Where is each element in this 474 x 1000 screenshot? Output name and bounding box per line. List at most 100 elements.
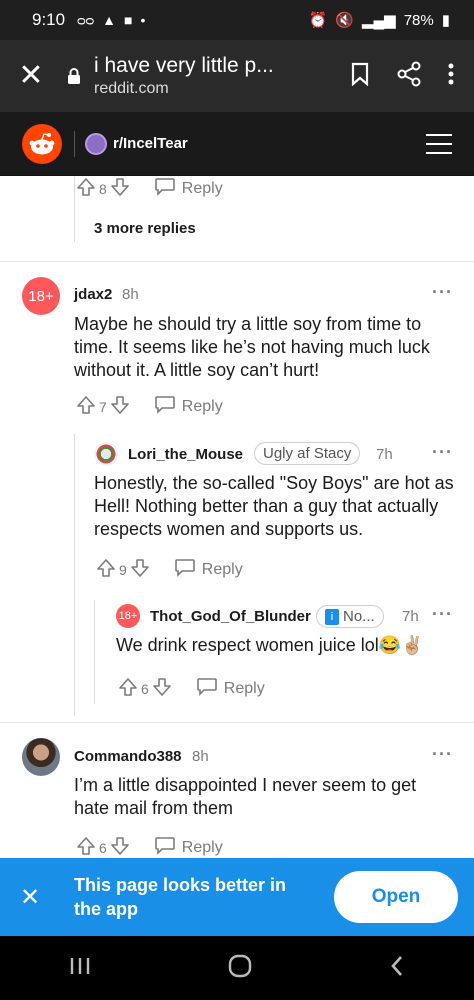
share-icon[interactable] xyxy=(396,61,422,92)
status-time: 9:10 xyxy=(32,10,66,29)
comment-more-icon[interactable]: ··· xyxy=(432,744,453,765)
reply-label: Reply xyxy=(223,679,265,697)
reply-icon xyxy=(154,835,176,858)
upvote-icon[interactable] xyxy=(118,677,138,701)
reply-icon xyxy=(174,557,196,582)
mute-icon: 🔇 xyxy=(335,12,354,29)
banner-close-icon[interactable]: ✕ xyxy=(0,883,60,912)
folder-icon: ■ xyxy=(124,12,133,28)
thread-line xyxy=(94,600,95,704)
menu-icon[interactable] xyxy=(426,133,452,154)
page-title: i have very little p... xyxy=(94,54,274,77)
vote-row: 8 Reply xyxy=(76,176,223,201)
comment-time: 7h xyxy=(376,446,393,463)
thread-line xyxy=(74,176,75,242)
downvote-icon[interactable] xyxy=(152,677,172,701)
reply-button[interactable]: Reply xyxy=(196,676,265,701)
comment-separator xyxy=(0,261,474,262)
comment-time: 7h xyxy=(402,608,419,625)
vote-row: 7 Reply xyxy=(76,394,223,419)
comment-body: Honestly, the so-called "Soy Boys" are h… xyxy=(94,473,454,539)
comment-body: Maybe he should try a little soy from ti… xyxy=(74,314,430,380)
score: 9 xyxy=(119,561,127,578)
vote-row: 6 Reply xyxy=(76,835,223,858)
reply-button[interactable]: Reply xyxy=(174,557,243,582)
status-bar: 9:10 ᴑᴑ ▲ ■ • ⏰ 🔇 ▂▄▆ 78% ▮ xyxy=(0,0,474,40)
comment-time: 8h xyxy=(122,286,139,303)
open-app-button[interactable]: Open xyxy=(334,871,458,923)
downvote-icon[interactable] xyxy=(110,836,130,859)
reddit-logo-icon[interactable] xyxy=(22,123,62,164)
url-block[interactable]: i have very little p... reddit.com xyxy=(94,54,350,98)
flair-person-icon: i xyxy=(325,608,339,625)
downvote-icon[interactable] xyxy=(110,395,130,419)
dot-icon: • xyxy=(140,12,146,28)
comment-more-icon[interactable]: ··· xyxy=(432,282,453,303)
comment-separator xyxy=(0,722,474,723)
subreddit-name[interactable]: r/IncelTear xyxy=(113,135,188,152)
voicemail-icon: ᴑᴑ xyxy=(77,12,95,28)
nsfw-avatar[interactable]: 18+ xyxy=(116,604,140,628)
comment-username[interactable]: jdax2 xyxy=(74,286,112,303)
open-in-app-banner: ✕ This page looks better in the app Open xyxy=(0,858,474,936)
reply-label: Reply xyxy=(181,179,223,197)
subreddit-icon[interactable] xyxy=(85,132,107,155)
warning-icon: ▲ xyxy=(102,12,116,28)
comment-more-icon[interactable]: ··· xyxy=(432,604,453,625)
banner-text: This page looks better in the app xyxy=(74,875,287,919)
battery-percent: 78% xyxy=(403,11,434,29)
upvote-icon[interactable] xyxy=(76,177,96,201)
comment-thread: 8 Reply 3 more replies 18+ jdax2 8h ··· … xyxy=(0,176,474,858)
reply-button[interactable]: Reply xyxy=(154,394,223,419)
comment-username[interactable]: Lori_the_Mouse xyxy=(128,446,243,463)
comment-time: 8h xyxy=(192,748,209,765)
comment-username[interactable]: Thot_God_Of_Blunder xyxy=(150,608,311,625)
user-flair: i No... xyxy=(316,605,384,628)
signal-icon: ▂▄▆ xyxy=(362,12,396,29)
reddit-header: r/IncelTear xyxy=(0,112,474,176)
lock-icon xyxy=(62,67,86,85)
system-nav-bar xyxy=(0,936,474,1000)
upvote-icon[interactable] xyxy=(96,558,116,582)
reply-label: Reply xyxy=(181,838,223,856)
more-replies-link[interactable]: 3 more replies xyxy=(94,220,196,237)
user-flair: Ugly af Stacy xyxy=(254,442,361,465)
reply-icon xyxy=(196,676,218,701)
bookmark-icon[interactable] xyxy=(350,62,370,91)
reply-icon xyxy=(154,394,176,419)
reply-label: Reply xyxy=(181,397,223,415)
upvote-icon[interactable] xyxy=(76,395,96,419)
downvote-icon[interactable] xyxy=(110,177,130,201)
score: 7 xyxy=(99,398,107,415)
user-avatar[interactable] xyxy=(94,442,118,466)
browser-toolbar: ✕ i have very little p... reddit.com xyxy=(0,40,474,112)
comment-username[interactable]: Commando388 xyxy=(74,748,182,765)
alarm-icon: ⏰ xyxy=(308,12,328,29)
vote-row: 6 Reply xyxy=(118,676,265,701)
score: 6 xyxy=(141,680,149,697)
nsfw-avatar[interactable]: 18+ xyxy=(22,277,60,315)
score: 6 xyxy=(99,839,107,856)
score: 8 xyxy=(99,180,107,197)
recent-apps-icon[interactable] xyxy=(69,956,91,981)
upvote-icon[interactable] xyxy=(76,836,96,859)
vote-row: 9 Reply xyxy=(96,557,243,582)
comment-more-icon[interactable]: ··· xyxy=(432,442,453,463)
flair-text: No... xyxy=(343,608,375,625)
notification-icons: ᴑᴑ ▲ ■ • xyxy=(77,12,145,28)
reply-label: Reply xyxy=(201,560,243,578)
header-divider xyxy=(74,130,75,157)
close-tab-icon[interactable]: ✕ xyxy=(0,61,62,91)
reply-icon xyxy=(154,176,176,201)
comment-body: We drink respect women juice lol😂✌🏼 xyxy=(116,635,424,655)
back-icon[interactable] xyxy=(389,954,405,983)
comment-body: I’m a little disappointed I never seem t… xyxy=(74,775,417,818)
user-avatar[interactable] xyxy=(22,738,60,776)
overflow-menu-icon[interactable] xyxy=(448,63,454,90)
downvote-icon[interactable] xyxy=(130,558,150,582)
reply-button[interactable]: Reply xyxy=(154,176,223,201)
home-icon[interactable] xyxy=(228,954,252,983)
battery-icon: ▮ xyxy=(441,12,450,29)
reply-button[interactable]: Reply xyxy=(154,835,223,858)
page-domain: reddit.com xyxy=(94,80,169,97)
